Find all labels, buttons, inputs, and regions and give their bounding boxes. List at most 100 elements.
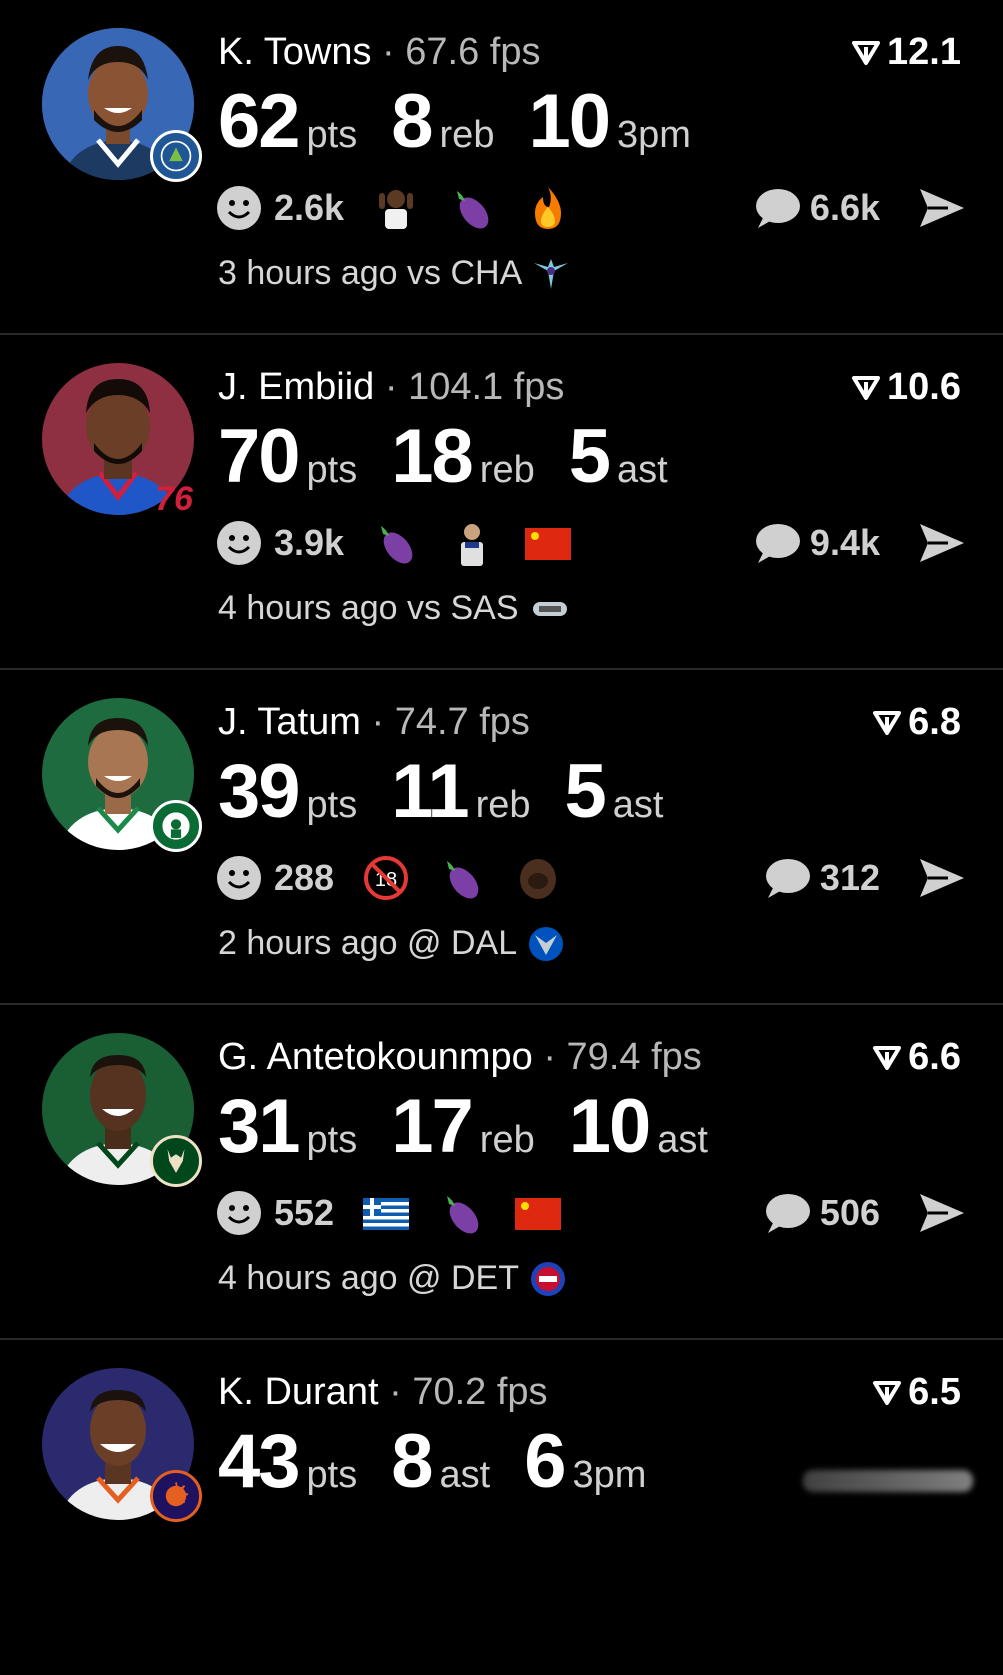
fantasy-points: 104.1 fps — [408, 366, 565, 408]
fire-emoji[interactable] — [524, 184, 572, 232]
send-icon[interactable] — [918, 522, 966, 564]
player-name-line: G. Antetokounmpo · 79.4 fps — [218, 1036, 702, 1078]
eggplant-emoji[interactable] — [448, 184, 496, 232]
stat-item: 10 3pm — [528, 79, 691, 164]
greece-flag-emoji[interactable] — [362, 1189, 410, 1237]
china-flag-emoji[interactable] — [524, 519, 572, 567]
game-info: 4 hours ago vs SAS — [218, 589, 571, 628]
stat-item: 31 pts — [218, 1084, 358, 1169]
stat-item: 8 ast — [391, 1419, 491, 1504]
reaction-bar: 288 18 312 — [216, 854, 966, 902]
stat-item: 18 reb — [391, 414, 535, 499]
comment-icon[interactable] — [752, 186, 802, 230]
comment-icon[interactable] — [762, 856, 812, 900]
feed-card[interactable]: 76 J. Embiid · 104.1 fps 10.6 70 pts 18 re… — [0, 335, 1003, 670]
stat-line: 43 pts 8 ast 6 3pm — [218, 1422, 680, 1502]
feed-card[interactable]: K. Towns · 67.6 fps 12.1 62 pts 8 reb 10 3p… — [0, 0, 1003, 335]
rating-icon — [873, 1046, 902, 1070]
rating-score: 12.1 — [851, 30, 961, 74]
rating-score: 6.5 — [872, 1370, 961, 1414]
stat-item: 5 ast — [564, 749, 664, 834]
rating-icon — [873, 711, 902, 735]
team-badge — [150, 1135, 202, 1187]
react-face-icon[interactable] — [216, 520, 262, 566]
reaction-count[interactable]: 2.6k — [274, 187, 344, 229]
stat-item: 5 ast — [568, 414, 668, 499]
comment-count[interactable]: 312 — [820, 857, 880, 899]
rating-score: 6.6 — [872, 1035, 961, 1079]
reaction-bar: 552 506 — [216, 1189, 966, 1237]
send-icon[interactable] — [918, 187, 966, 229]
watermark — [803, 1470, 973, 1492]
no-under-18-emoji[interactable]: 18 — [362, 854, 410, 902]
hornets-logo-icon — [534, 258, 569, 289]
reaction-bar: 3.9k 9.4k — [216, 519, 966, 567]
stat-line: 70 pts 18 reb 5 ast — [218, 417, 702, 497]
player-name[interactable]: K. Durant — [218, 1371, 379, 1413]
send-icon[interactable] — [918, 857, 966, 899]
team-badge — [150, 130, 202, 182]
fantasy-points: 74.7 fps — [394, 701, 530, 743]
player-name[interactable]: J. Embiid — [218, 366, 374, 408]
eggplant-emoji[interactable] — [372, 519, 420, 567]
stat-item: 17 reb — [391, 1084, 535, 1169]
game-info: 3 hours ago vs CHA — [218, 254, 570, 293]
team-badge — [150, 1470, 202, 1522]
reaction-bar: 2.6k 6.6k — [216, 184, 966, 232]
team-badge — [150, 800, 202, 852]
game-info: 4 hours ago @ DET — [218, 1259, 567, 1298]
send-icon[interactable] — [918, 1192, 966, 1234]
player-name-line: J. Embiid · 104.1 fps — [218, 366, 565, 408]
fantasy-points: 67.6 fps — [405, 31, 541, 73]
comment-count[interactable]: 506 — [820, 1192, 880, 1234]
rating-score: 6.8 — [872, 700, 961, 744]
player-name-line: J. Tatum · 74.7 fps — [218, 701, 530, 743]
mavericks-logo-icon — [529, 926, 564, 961]
rating-icon — [852, 376, 881, 400]
feed-card[interactable]: J. Tatum · 74.7 fps 6.8 39 pts 11 reb 5 ast… — [0, 670, 1003, 1005]
stat-item: 11 reb — [391, 749, 531, 834]
player-name[interactable]: J. Tatum — [218, 701, 361, 743]
person-emoji[interactable] — [372, 184, 420, 232]
stat-item: 10 ast — [568, 1084, 708, 1169]
team-badge: 76 — [155, 479, 193, 518]
feed-card[interactable]: G. Antetokounmpo · 79.4 fps 6.6 31 pts 17… — [0, 1005, 1003, 1340]
china-flag-emoji[interactable] — [514, 1189, 562, 1237]
reaction-count[interactable]: 288 — [274, 857, 334, 899]
react-face-icon[interactable] — [216, 1190, 262, 1236]
player-name-line: K. Towns · 67.6 fps — [218, 31, 541, 73]
stat-item: 6 3pm — [524, 1419, 647, 1504]
rating-icon — [852, 41, 881, 65]
stat-item: 43 pts — [218, 1419, 358, 1504]
fantasy-points: 79.4 fps — [566, 1036, 702, 1078]
comment-count[interactable]: 6.6k — [810, 187, 880, 229]
rating-icon — [873, 1381, 902, 1405]
comment-icon[interactable] — [752, 521, 802, 565]
pistons-logo-icon — [531, 1261, 565, 1296]
feed-card[interactable]: K. Durant · 70.2 fps 6.5 43 pts 8 ast 6 3pm — [0, 1340, 1003, 1675]
reaction-count[interactable]: 552 — [274, 1192, 334, 1234]
stat-item: 8 reb — [391, 79, 495, 164]
spurs-logo-icon — [532, 601, 567, 616]
comment-icon[interactable] — [762, 1191, 812, 1235]
stat-item: 62 pts — [218, 79, 358, 164]
stat-item: 39 pts — [218, 749, 358, 834]
player-name[interactable]: K. Towns — [218, 31, 371, 73]
react-face-icon[interactable] — [216, 185, 262, 231]
stat-item: 70 pts — [218, 414, 358, 499]
comment-count[interactable]: 9.4k — [810, 522, 880, 564]
player-emoji[interactable] — [448, 519, 496, 567]
player-name[interactable]: G. Antetokounmpo — [218, 1036, 533, 1078]
stat-line: 39 pts 11 reb 5 ast — [218, 752, 698, 832]
game-info: 2 hours ago @ DAL — [218, 924, 565, 963]
face-photo-emoji[interactable] — [514, 854, 562, 902]
eggplant-emoji[interactable] — [438, 854, 486, 902]
eggplant-emoji[interactable] — [438, 1189, 486, 1237]
react-face-icon[interactable] — [216, 855, 262, 901]
fantasy-points: 70.2 fps — [412, 1371, 548, 1413]
reaction-count[interactable]: 3.9k — [274, 522, 344, 564]
player-name-line: K. Durant · 70.2 fps — [218, 1371, 548, 1413]
stat-line: 31 pts 17 reb 10 ast — [218, 1087, 742, 1167]
rating-score: 10.6 — [851, 365, 961, 409]
stat-line: 62 pts 8 reb 10 3pm — [218, 82, 725, 162]
